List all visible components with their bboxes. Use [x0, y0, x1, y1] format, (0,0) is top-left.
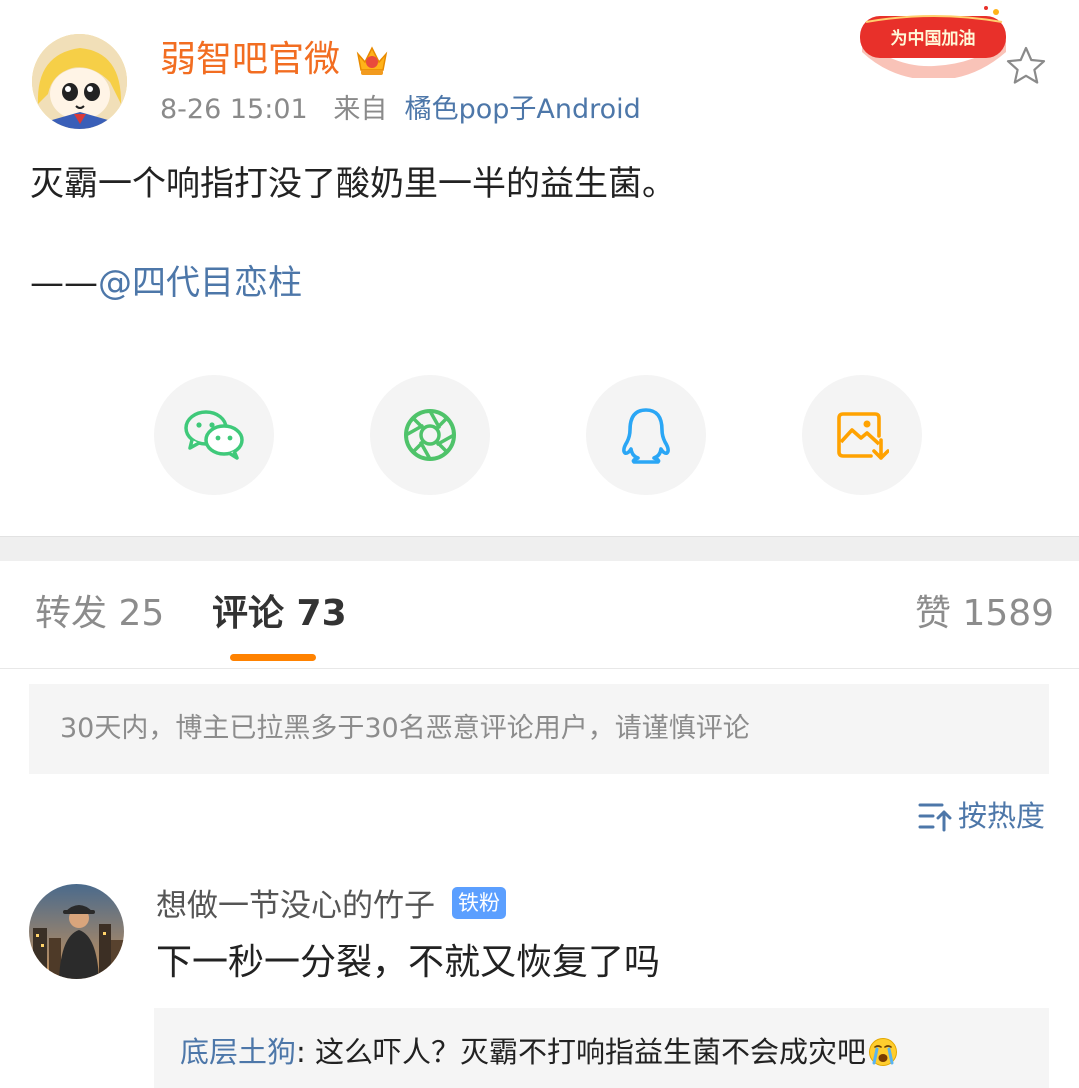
- sort-by-hot-button[interactable]: 按热度: [918, 798, 1045, 834]
- share-moments-button[interactable]: [370, 375, 490, 495]
- share-qq-button[interactable]: [586, 375, 706, 495]
- active-tab-indicator: [230, 654, 316, 661]
- wechat-icon: [184, 410, 244, 460]
- save-image-icon: [837, 412, 889, 460]
- save-image-button[interactable]: [802, 375, 922, 495]
- qq-icon: [622, 408, 670, 464]
- comment-notice: 30天内，博主已拉黑多于30名恶意评论用户，请谨慎评论: [29, 684, 1049, 774]
- favorite-star-icon[interactable]: [1004, 44, 1048, 88]
- reply-separator: :: [296, 1035, 316, 1069]
- reply-preview[interactable]: 底层土狗: 这么吓人？灭霸不打响指益生菌不会成灾吧: [154, 1008, 1049, 1088]
- post-meta: 8-26 15:01 来自 橘色pop子Android: [160, 93, 641, 127]
- sort-icon: [918, 803, 952, 832]
- author-avatar[interactable]: [32, 34, 127, 129]
- credit-mention-link[interactable]: @四代目恋柱: [98, 263, 302, 303]
- tab-comments[interactable]: 评论 73: [212, 590, 347, 638]
- post-source[interactable]: 橘色pop子Android: [405, 94, 641, 125]
- post-time: 8-26 15:01: [160, 94, 308, 125]
- crying-emoji-icon: [869, 1038, 898, 1066]
- promo-banner[interactable]: 为中国加油: [856, 6, 1012, 80]
- commenter-avatar[interactable]: [29, 884, 124, 979]
- moments-icon: [404, 409, 456, 461]
- commenter-name[interactable]: 想做一节没心的竹子: [156, 886, 435, 926]
- post-credit: ——@四代目恋柱: [30, 260, 302, 306]
- section-divider: [0, 536, 1079, 561]
- comment-text: 下一秒一分裂，不就又恢复了吗: [156, 942, 661, 983]
- source-prefix: 来自: [333, 94, 388, 125]
- tabs-divider: [0, 668, 1079, 669]
- share-wechat-button[interactable]: [154, 375, 274, 495]
- tab-repost[interactable]: 转发 25: [35, 590, 164, 638]
- promo-text: 为中国加油: [891, 28, 976, 49]
- reply-user[interactable]: 底层土狗: [180, 1035, 296, 1069]
- tab-likes[interactable]: 赞 1589: [915, 590, 1054, 638]
- reply-text: 这么吓人？灭霸不打响指益生菌不会成灾吧: [315, 1035, 867, 1069]
- vip-crown-icon: [354, 42, 390, 78]
- author-name[interactable]: 弱智吧官微: [160, 38, 340, 82]
- sort-label: 按热度: [958, 799, 1046, 833]
- credit-dash: ——: [30, 263, 98, 303]
- fan-badge: 铁粉: [452, 887, 506, 919]
- post-text: 灭霸一个响指打没了酸奶里一半的益生菌。: [30, 164, 676, 204]
